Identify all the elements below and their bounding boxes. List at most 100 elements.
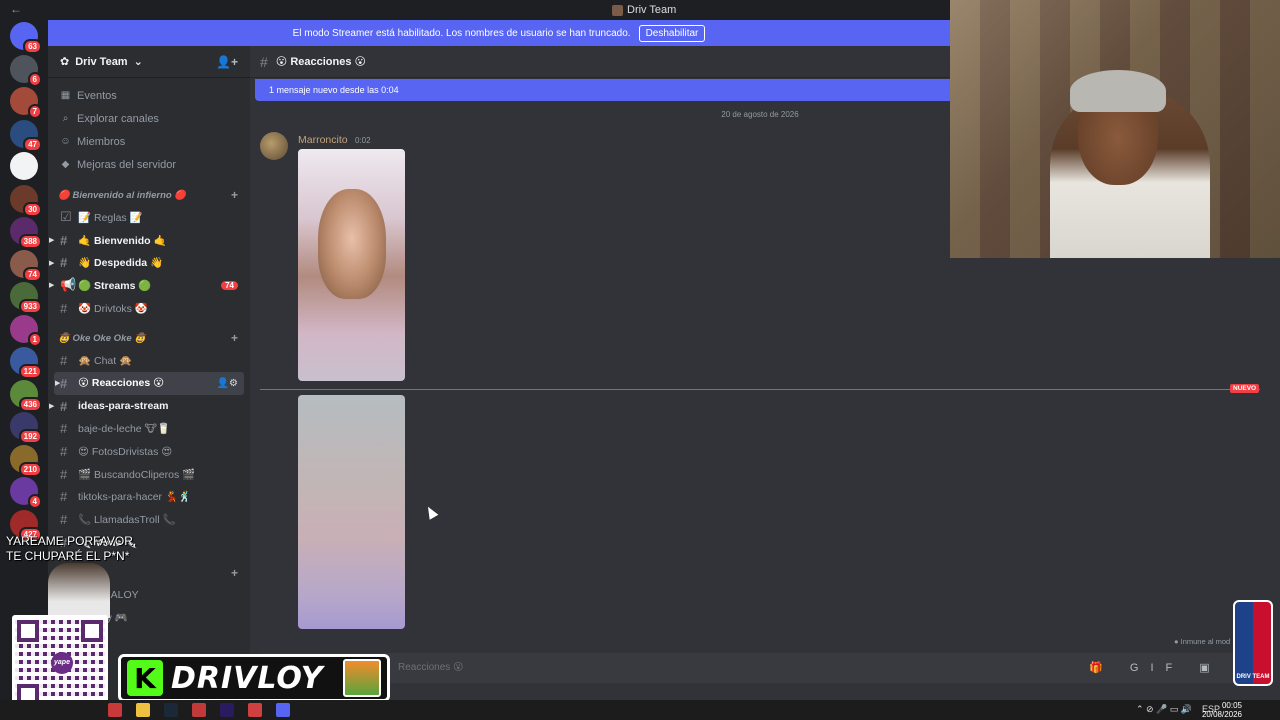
server-name: Driv Team <box>75 55 128 68</box>
nav-icon: ▦ <box>60 90 71 101</box>
server-icon[interactable]: 74 <box>10 249 42 282</box>
server-icon[interactable]: 388 <box>10 217 42 249</box>
channel-item[interactable]: ☑ 📝 Reglas 📝 <box>48 206 250 229</box>
server-icon[interactable]: 4 <box>10 477 42 509</box>
category-label: 🤠 Oke Oke Oke 🤠 <box>58 332 147 344</box>
clock-date: 20/08/2026 <box>1201 710 1242 719</box>
unread-count-badge: 74 <box>221 280 238 290</box>
channel-item[interactable]: # 📞 LlamadasTroll 📞 <box>48 508 250 531</box>
hash-icon: # <box>60 353 68 369</box>
server-icon[interactable] <box>10 152 38 180</box>
clock[interactable]: 00:05 20/08/2026 <box>1202 701 1242 719</box>
channel-label: 😍 FotosDrivistas 😍 <box>78 445 173 458</box>
channel-item[interactable]: ▶ # ideas-para-stream <box>48 395 250 418</box>
server-nav: ▦ Eventos ⌕ Explorar canales ☺ Miembros ◆ Mejor… <box>48 78 250 176</box>
mention-badge: 388 <box>18 234 42 249</box>
channel-item[interactable]: ▶ # 👋 Despedida 👋 <box>48 251 250 274</box>
message-composer[interactable]: Reacciones 😮 🎁 GIF ▣ ☺ <box>258 653 1272 683</box>
server-list: 63 6 7 47 30 388 74 933 1 121 436 192 210 4 427 <box>0 20 48 700</box>
server-icon[interactable]: 192 <box>10 412 42 444</box>
nav-icon: ⌕ <box>62 113 69 124</box>
server-icon[interactable]: 30 <box>10 184 42 217</box>
mention-badge: 436 <box>18 396 42 412</box>
channel-label: 📝 Reglas 📝 <box>78 211 143 224</box>
add-channel-icon[interactable]: + <box>231 566 238 580</box>
server-icon[interactable]: 933 <box>10 282 42 314</box>
nav-item[interactable]: ▦ Eventos <box>48 84 250 107</box>
new-badge: NUEVO <box>1230 384 1260 393</box>
channel-label: 🤡 Drivtoks 🤡 <box>78 302 148 315</box>
overlay-caption-line2: TE CHUPARÉ EL P*N* <box>6 549 130 563</box>
discord-icon[interactable] <box>276 703 290 717</box>
image-attachment[interactable] <box>298 149 405 381</box>
steam-icon[interactable] <box>164 703 178 717</box>
nav-item[interactable]: ⌕ Explorar canales <box>48 107 250 130</box>
new-messages-bar[interactable]: 1 mensaje nuevo desde las 0:04 <box>255 79 955 101</box>
streamer-logo: K DRIVLOY <box>118 654 390 702</box>
channel-item[interactable]: # 😍 FotosDrivistas 😍 <box>48 440 250 463</box>
channel-item[interactable]: # tiktoks-para-hacer 💃🕺 <box>48 486 250 509</box>
webcam-overlay <box>950 0 1280 258</box>
add-channel-icon[interactable]: + <box>231 188 238 202</box>
mention-badge: 74 <box>23 266 42 282</box>
server-icon[interactable]: 121 <box>10 347 42 379</box>
mention-badge: 121 <box>18 364 42 379</box>
nav-icon: ◆ <box>61 159 70 170</box>
server-icon[interactable]: 47 <box>10 119 42 152</box>
overlay-caption-line1: YAREAME PORFAVOR, <box>6 534 137 548</box>
streamer-avatar <box>343 659 381 697</box>
nav-item[interactable]: ☺ Miembros <box>48 130 250 153</box>
channel-item[interactable]: ▶ 📢 🟢 Streams 🟢 74 <box>48 274 250 297</box>
nav-label: Mejoras del servidor <box>77 158 177 171</box>
server-icon[interactable]: 210 <box>10 444 42 477</box>
folder-icon[interactable] <box>136 703 150 717</box>
clock-time: 00:05 <box>1221 701 1242 710</box>
streamer-name: DRIVLOY <box>171 660 324 696</box>
nav-item[interactable]: ◆ Mejoras del servidor <box>48 153 250 176</box>
automod-status: ● Inmune al mod <box>1174 637 1231 646</box>
channel-label: 🤙 Bienvenido 🤙 <box>78 234 167 247</box>
channel-item[interactable]: ▶ # 😮 Reacciones 😮 👤⚙ <box>54 372 244 395</box>
channel-label: 📞 LlamadasTroll 📞 <box>78 514 176 527</box>
channel-category[interactable]: 🔴 Bienvenido al infierno 🔴 + <box>48 184 250 206</box>
mention-badge: 933 <box>18 299 42 314</box>
hash-icon: # <box>60 466 68 482</box>
channel-item[interactable]: ▶ # 🤙 Bienvenido 🤙 <box>48 229 250 252</box>
tray-icons[interactable]: ⌃ ⊘ 🎤 ▭ 🔊 <box>1136 704 1192 715</box>
server-icon[interactable]: 1 <box>10 314 42 347</box>
mention-badge: 6 <box>27 71 42 87</box>
channel-item[interactable]: # baje-de-leche 🐮🥛 <box>48 418 250 441</box>
app-icon[interactable] <box>192 703 206 717</box>
premiere-icon[interactable] <box>220 703 234 717</box>
channel-item[interactable]: # 🙊 Chat 🙊 <box>48 349 250 372</box>
server-header[interactable]: ✿ Driv Team ⌄ 👤+ <box>48 46 250 78</box>
channel-category[interactable]: 🤠 Oke Oke Oke 🤠 + <box>48 327 250 349</box>
app-icon[interactable] <box>248 703 262 717</box>
qr-code: yape <box>12 615 108 711</box>
back-arrow-icon[interactable]: ← <box>10 2 22 16</box>
avatar[interactable] <box>260 132 288 160</box>
add-channel-icon[interactable]: + <box>231 331 238 345</box>
hash-icon: # <box>60 232 68 248</box>
youtube-icon[interactable] <box>108 703 122 717</box>
message-author[interactable]: Marroncito <box>298 134 348 146</box>
channel-item[interactable]: # 🤡 Drivtoks 🤡 <box>48 297 250 320</box>
server-icon[interactable]: 436 <box>10 379 42 412</box>
qr-finder <box>81 620 103 642</box>
channel-item[interactable]: # 🎬 BuscandoCliperos 🎬 <box>48 463 250 486</box>
channel-settings-icon[interactable]: 👤⚙ <box>217 378 238 389</box>
server-icon[interactable]: 6 <box>10 54 42 87</box>
disable-streamer-mode-button[interactable]: Deshabilitar <box>638 24 706 42</box>
channel-title: 😮 Reacciones 😮 <box>275 56 366 68</box>
server-icon[interactable]: 7 <box>10 87 42 119</box>
image-attachment-loading[interactable] <box>298 395 405 629</box>
add-member-icon[interactable]: 👤+ <box>216 55 238 69</box>
nba-logo-icon: DRIV TEAM <box>1233 600 1273 686</box>
unread-indicator-icon: ▶ <box>55 380 61 388</box>
chevron-down-icon: ⌄ <box>133 56 143 68</box>
server-icon[interactable]: 63 <box>10 22 42 54</box>
attachment-preview <box>318 189 386 299</box>
message-timestamp: 0:02 <box>355 136 371 145</box>
yape-logo: yape <box>51 652 73 674</box>
mention-badge: 192 <box>18 429 42 444</box>
